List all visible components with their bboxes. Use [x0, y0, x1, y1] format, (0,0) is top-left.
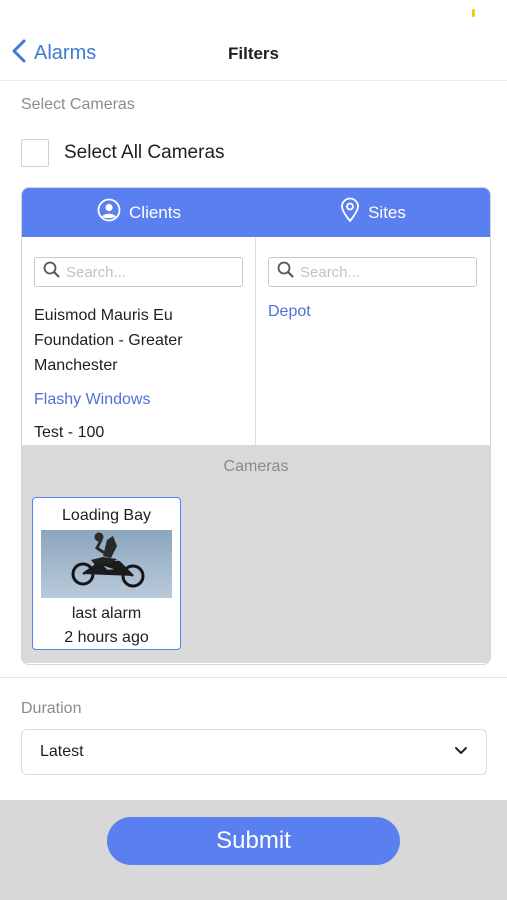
tab-sites[interactable]: Sites [256, 188, 490, 237]
clients-search-input[interactable] [66, 263, 236, 281]
sites-search[interactable] [268, 257, 477, 287]
tab-clients-label: Clients [129, 202, 181, 222]
client-item[interactable]: Euismod Mauris Eu Foundation - Greater M… [34, 303, 249, 378]
chevron-down-icon [454, 743, 468, 761]
cameras-area: Cameras Loading Bay last alarm 2 hours a… [22, 445, 490, 663]
navigation-bar: Alarms Filters [0, 28, 507, 81]
footer-bar: Submit [0, 800, 507, 900]
tab-sites-label: Sites [368, 202, 406, 222]
section-divider [0, 677, 507, 678]
camera-name: Loading Bay [62, 507, 151, 524]
submit-button[interactable]: Submit [107, 817, 400, 865]
duration-select[interactable]: Latest [21, 729, 487, 775]
camera-thumbnail [41, 530, 172, 598]
selection-columns: Euismod Mauris Eu Foundation - Greater M… [22, 237, 490, 445]
filter-panel: Clients Sites Euismod Mauris Eu Foundati… [21, 187, 491, 665]
select-cameras-label: Select Cameras [21, 96, 135, 113]
cameras-title: Cameras [223, 458, 289, 475]
sites-search-input[interactable] [300, 263, 470, 281]
sites-list: Depot [268, 299, 311, 324]
search-icon [43, 261, 60, 283]
clients-list: Euismod Mauris Eu Foundation - Greater M… [34, 303, 249, 445]
location-pin-icon [340, 197, 368, 228]
select-all-cameras[interactable]: Select All Cameras [21, 139, 225, 167]
select-all-label: Select All Cameras [64, 142, 225, 163]
sites-column: Depot [255, 237, 489, 445]
clients-column: Euismod Mauris Eu Foundation - Greater M… [22, 237, 255, 445]
chevron-left-icon [8, 38, 30, 69]
tab-bar: Clients Sites [22, 188, 490, 237]
back-label: Alarms [34, 41, 97, 64]
site-item-selected[interactable]: Depot [268, 299, 311, 324]
camera-card[interactable]: Loading Bay last alarm 2 hours ago [32, 497, 181, 650]
user-circle-icon [97, 198, 129, 227]
client-item[interactable]: Test - 100 [34, 420, 249, 445]
duration-value: Latest [40, 743, 84, 760]
search-icon [277, 261, 294, 283]
camera-last-alarm-time: 2 hours ago [64, 629, 149, 646]
clients-search[interactable] [34, 257, 243, 287]
client-item-selected[interactable]: Flashy Windows [34, 387, 249, 412]
back-button[interactable]: Alarms [8, 38, 96, 68]
camera-last-alarm-label: last alarm [71, 605, 142, 622]
duration-label: Duration [21, 700, 82, 717]
select-all-checkbox[interactable] [21, 139, 49, 167]
status-indicator [472, 9, 475, 17]
tab-clients[interactable]: Clients [22, 188, 256, 237]
